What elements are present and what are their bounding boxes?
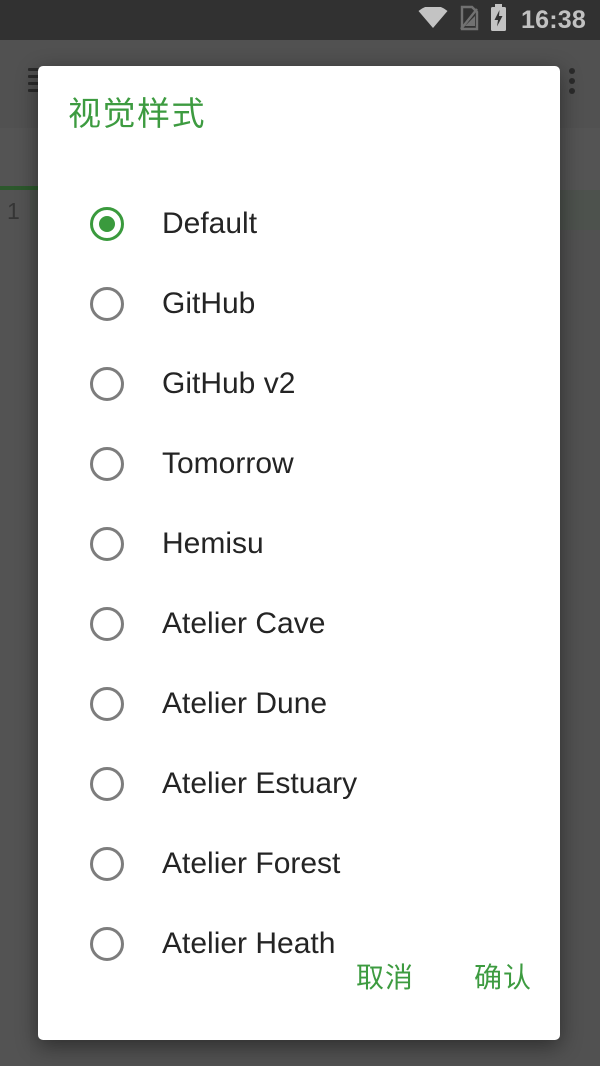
style-option-label: Atelier Cave [162,607,326,640]
cancel-button[interactable]: 取消 [354,952,416,1000]
dialog-action-bar: 取消 确认 [354,952,534,1000]
radio-button-icon[interactable] [90,527,124,561]
visual-style-dialog: 视觉样式 Default GitHub GitHub v2 Tomorrow H… [38,66,560,1040]
style-option-label: Default [162,207,258,240]
confirm-button[interactable]: 确认 [472,952,534,1000]
style-option-github[interactable]: GitHub [38,264,560,344]
radio-button-icon[interactable] [90,447,124,481]
style-option-label: Atelier Dune [162,687,328,720]
style-option-label: Tomorrow [162,447,294,480]
radio-button-icon[interactable] [90,607,124,641]
radio-button-icon[interactable] [90,207,124,241]
style-option-label: Hemisu [162,527,264,560]
radio-button-icon[interactable] [90,927,124,961]
style-option-list: Default GitHub GitHub v2 Tomorrow Hemisu… [38,184,560,984]
radio-button-icon[interactable] [90,687,124,721]
dialog-title: 视觉样式 [68,94,206,133]
style-option-label: GitHub [162,287,256,320]
style-option-github-v2[interactable]: GitHub v2 [38,344,560,424]
style-option-label: GitHub v2 [162,367,296,400]
style-option-atelier-cave[interactable]: Atelier Cave [38,584,560,664]
style-option-tomorrow[interactable]: Tomorrow [38,424,560,504]
radio-button-icon[interactable] [90,767,124,801]
style-option-label: Atelier Forest [162,847,341,880]
radio-button-icon[interactable] [90,287,124,321]
style-option-atelier-estuary[interactable]: Atelier Estuary [38,744,560,824]
style-option-label: Atelier Heath [162,927,336,960]
radio-button-icon[interactable] [90,847,124,881]
style-option-default[interactable]: Default [38,184,560,264]
style-option-atelier-forest[interactable]: Atelier Forest [38,824,560,904]
style-option-atelier-dune[interactable]: Atelier Dune [38,664,560,744]
style-option-label: Atelier Estuary [162,767,358,800]
radio-button-icon[interactable] [90,367,124,401]
style-option-hemisu[interactable]: Hemisu [38,504,560,584]
